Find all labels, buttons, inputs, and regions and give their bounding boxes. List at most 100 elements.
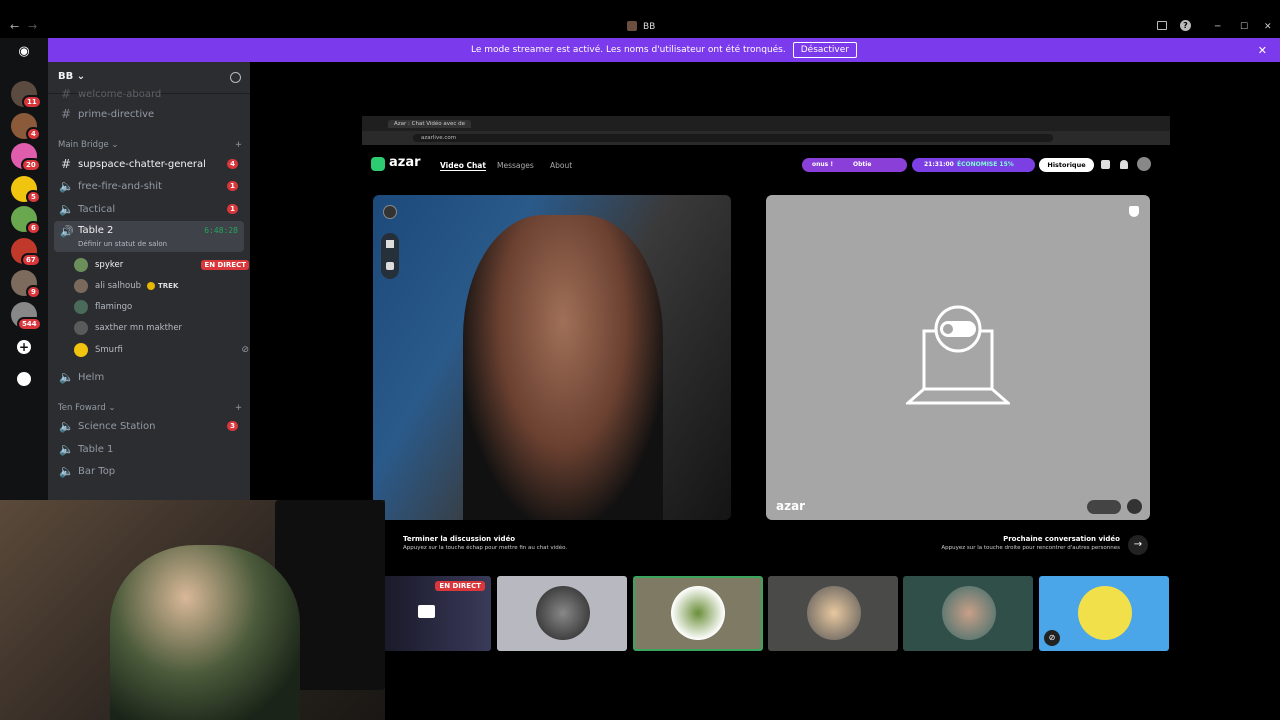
participant-tile-speaking[interactable] [633,576,763,651]
add-channel-icon[interactable]: + [235,140,242,150]
participant-tile[interactable] [497,576,627,651]
voice-user[interactable]: Smurfi ⊘ [74,340,249,360]
user-tag: TREK [158,282,179,290]
url-field[interactable]: azarlive.com [413,134,1053,142]
category-main-bridge[interactable]: Main Bridge ⌄ + [58,140,242,150]
history-button[interactable]: Historique [1039,158,1094,172]
voice-user[interactable]: ali salhoub TREK [74,276,244,296]
azar-logo[interactable]: azar [389,155,421,170]
channel-table-1[interactable]: 🔈 Table 1 [54,439,244,459]
window-titlebar: ← → BB ? ─ ☐ ✕ [0,15,1280,38]
disable-streamer-button[interactable]: Désactiver [792,42,857,58]
screen-share-icon [418,605,435,618]
inbox-icon[interactable] [1157,21,1167,30]
channel-free-fire[interactable]: 🔈 free-fire-and-shit 1 [54,176,244,196]
store-icon[interactable] [1101,160,1110,169]
channel-sidebar: BB ⌄ # welcome-aboard # prime-directive Ma… [48,62,250,502]
category-ten-foward[interactable]: Ten Foward ⌄ + [58,403,242,413]
promo-text: Obtie [853,161,872,168]
participant-tile[interactable] [903,576,1033,651]
guild-avatar-icon [627,21,637,31]
minimize-button[interactable]: ─ [1215,22,1220,32]
azar-navbar: azar Video Chat Messages About onus ! Ob… [362,145,1170,182]
nav-video-chat[interactable]: Video Chat [440,161,486,171]
voice-user[interactable]: flamingo [74,297,244,317]
next-call-hint: Prochaine conversation vidéo Appuyez sur… [941,535,1120,551]
mention-badge: 1 [227,181,238,191]
forward-icon[interactable]: → [28,20,37,33]
guild-header[interactable]: BB ⌄ [58,71,85,82]
gem-counter[interactable] [1087,500,1121,514]
channel-helm[interactable]: 🔈 Helm [54,367,244,387]
category-label: Ten Foward [58,403,106,413]
voice-user[interactable]: saxther mn makther [74,318,244,338]
channel-label: Bar Top [78,465,116,477]
channel-tactical[interactable]: 🔈 Tactical 1 [54,199,244,219]
filter-icon[interactable] [386,262,394,270]
channel-prime-directive[interactable]: # prime-directive [54,104,244,124]
next-hint-title: Prochaine conversation vidéo [1003,535,1120,543]
channel-general[interactable]: # supspace-chatter-general 4 [54,154,244,174]
participant-tile[interactable] [768,576,898,651]
browser-tabbar: Azar : Chat Vidéo avec de [362,116,1170,131]
close-button[interactable]: ✕ [1264,22,1272,32]
avatar [74,343,88,357]
screen-share[interactable]: Azar : Chat Vidéo avec de azarlive.com a… [362,116,1170,571]
maximize-button[interactable]: ☐ [1240,22,1248,32]
magic-wand-icon[interactable] [386,240,394,248]
end-hint-title: Terminer la discussion vidéo [403,535,516,543]
profile-avatar[interactable] [1137,157,1151,171]
mention-badge: 4 [227,159,238,169]
voice-user[interactable]: spyker EN DIRECT [74,255,249,275]
user-name: ali salhoub [95,281,142,291]
channel-table-2[interactable]: 🔊 Table 2 6:48:28 Définir un statut de s… [54,221,244,252]
user-name: Smurfi [95,345,123,355]
participant-tile[interactable]: ⊘ [1039,576,1169,651]
nav-messages[interactable]: Messages [497,161,534,170]
channel-label: welcome-aboard [78,88,162,100]
close-icon[interactable]: ✕ [1258,44,1267,57]
explore-icon[interactable] [17,372,31,386]
participant-tile-live[interactable]: EN DIRECT [385,576,491,651]
promo-pill[interactable]: onus ! Obtie [802,158,907,172]
expand-icon[interactable] [383,205,397,219]
timer-pill[interactable]: 21:31:00 ÉCONOMISE 15% [912,158,1035,172]
help-icon[interactable]: ? [1180,20,1191,31]
speaker-icon: 🔈 [59,370,74,384]
avatar [671,586,725,640]
azar-watermark: azar [776,499,806,513]
local-video [373,195,731,520]
browser-tab[interactable]: Azar : Chat Vidéo avec de [388,119,472,128]
live-badge: EN DIRECT [435,581,485,591]
person-figure [463,215,663,520]
discord-home-icon[interactable]: ◉ [12,44,36,60]
channel-status[interactable]: Définir un statut de salon [78,240,167,248]
add-member-icon[interactable] [230,72,241,83]
live-badge: EN DIRECT [201,260,249,270]
channel-label: Tactical [78,203,116,215]
channel-bar-top[interactable]: 🔈 Bar Top [54,461,244,481]
streamer-banner-text: Le mode streamer est activé. Les noms d'… [471,45,786,55]
promo-text: onus ! [812,161,834,168]
tab-title: Azar : Chat Vidéo avec de [394,120,466,127]
nav-about[interactable]: About [550,161,572,170]
end-hint-sub: Appuyez sur la touche échap pour mettre … [403,545,568,551]
chevron-down-icon: ⌄ [76,71,86,82]
bell-icon[interactable] [1120,160,1128,169]
report-icon[interactable] [1129,206,1139,217]
channel-science-station[interactable]: 🔈 Science Station 3 [54,416,244,436]
avatar [807,586,861,640]
streamer-figure [110,545,300,720]
next-arrow-button[interactable]: → [1128,535,1148,555]
add-server-icon[interactable]: + [17,340,31,354]
speaker-icon: 🔈 [59,179,74,193]
mention-badge: 3 [227,421,238,431]
avatar [74,321,88,335]
channel-label: Table 2 [78,225,114,236]
mic-muted-icon: ⊘ [1044,630,1060,646]
chat-icon[interactable] [1127,499,1142,514]
unread-badge: 11 [22,95,42,109]
channel-welcome[interactable]: # welcome-aboard [54,84,244,104]
back-icon[interactable]: ← [10,20,19,33]
add-channel-icon[interactable]: + [235,403,242,413]
